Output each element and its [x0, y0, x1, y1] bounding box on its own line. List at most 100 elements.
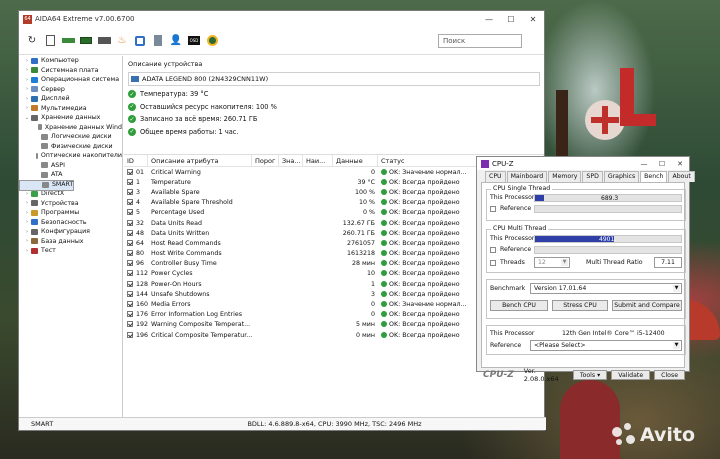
single-this-label: This Processor — [490, 194, 535, 201]
tree-item[interactable]: SMART — [19, 179, 75, 191]
chevron-down-icon: ▼ — [673, 342, 680, 349]
cell-data: 1613218 — [346, 250, 375, 258]
close-button[interactable]: Close — [654, 370, 685, 380]
info-row: ✓ Общее время работы: 1 час. — [128, 126, 544, 139]
reference-checkbox[interactable] — [490, 246, 496, 253]
cpu-name: 12th Gen Intel® Core™ i5-12400 — [562, 330, 665, 337]
cell-id: 160 — [124, 301, 148, 308]
tree-item[interactable]: Оптические накопители — [19, 151, 122, 161]
tools-button[interactable]: Tools ▾ — [572, 370, 608, 380]
tree-item[interactable]: › База данных — [19, 237, 122, 247]
flame-icon[interactable]: ♨ — [115, 34, 129, 48]
cell-attribute: Available Spare Threshold — [151, 199, 233, 207]
threads-checkbox[interactable] — [490, 259, 496, 266]
chevron-right-icon[interactable]: › — [23, 96, 31, 102]
column-header-data[interactable]: Данные — [333, 154, 378, 167]
row-id: 32 — [136, 219, 145, 227]
network-icon[interactable] — [133, 34, 147, 48]
tree-item[interactable]: › Сервер — [19, 85, 122, 95]
memory-icon[interactable] — [79, 34, 93, 48]
tab-graphics[interactable]: Graphics — [603, 171, 640, 182]
cpuz-maximize-button[interactable]: ☐ — [653, 160, 671, 168]
osd-icon[interactable]: OSD — [187, 34, 201, 48]
user-icon[interactable]: 👤 — [169, 34, 183, 48]
tools-icon[interactable] — [151, 34, 165, 48]
gauge-icon[interactable] — [205, 34, 219, 48]
tree-node-icon — [31, 190, 38, 197]
device-select[interactable]: ADATA LEGEND 800 (2N4329CNN11W) — [128, 72, 540, 86]
threads-select[interactable]: 12 ▼ — [534, 257, 570, 268]
tab-memory[interactable]: Memory — [548, 171, 582, 182]
validate-button[interactable]: Validate — [611, 370, 651, 380]
tree-item[interactable]: › Операционная система — [19, 75, 122, 85]
status-text: OK: Всегда пройдено — [389, 331, 460, 339]
column-header-worst[interactable]: Наи... — [303, 154, 333, 167]
tree-item[interactable]: › Конфигурация — [19, 227, 122, 237]
close-button[interactable]: ✕ — [522, 11, 544, 27]
chevron-right-icon[interactable]: › — [23, 86, 31, 92]
submit-compare-button[interactable]: Submit and Compare — [612, 300, 682, 311]
tree-item[interactable]: › Устройства — [19, 199, 122, 209]
tab-cpu[interactable]: CPU — [485, 171, 506, 182]
single-reference[interactable]: Reference — [490, 205, 531, 212]
tree-item[interactable]: › Системная плата — [19, 66, 122, 76]
column-header-id[interactable]: ID — [124, 154, 148, 167]
cpuz-minimize-button[interactable]: — — [635, 160, 653, 168]
report-icon[interactable] — [43, 34, 57, 48]
tree-item[interactable]: › Тест — [19, 246, 122, 256]
aida64-toolbar: ↻ ♨ 👤 OSD Поиск — [19, 27, 544, 55]
cell-id: 1 — [124, 178, 148, 186]
column-header-value[interactable]: Зна... — [279, 154, 303, 167]
chevron-right-icon[interactable]: › — [23, 210, 31, 216]
cell-id: 128 — [124, 280, 148, 288]
tab-bench[interactable]: Bench — [640, 171, 668, 182]
threads-option[interactable]: Threads — [490, 259, 525, 266]
tree-item[interactable]: › Компьютер — [19, 56, 122, 66]
chevron-right-icon[interactable]: › — [23, 67, 31, 73]
tree-item[interactable]: Хранение данных Wind — [19, 123, 122, 133]
cpuz-close-x-button[interactable]: ✕ — [671, 160, 689, 168]
tree-item[interactable]: Логические диски — [19, 132, 122, 142]
motherboard-icon[interactable] — [61, 34, 75, 48]
chevron-right-icon[interactable]: › — [23, 105, 31, 111]
chevron-down-icon[interactable]: ⌄ — [23, 115, 31, 121]
benchmark-select[interactable]: Version 17.01.64 ▼ — [530, 283, 682, 294]
chevron-right-icon[interactable]: › — [23, 191, 31, 197]
refresh-icon[interactable]: ↻ — [25, 34, 39, 48]
tree-item[interactable]: › Дисплей — [19, 94, 122, 104]
stress-cpu-button[interactable]: Stress CPU — [552, 300, 608, 311]
column-header-threshold[interactable]: Порог — [252, 154, 279, 167]
tree-item[interactable]: ⌄ Хранение данных — [19, 113, 122, 123]
search-input[interactable]: Поиск — [438, 33, 522, 48]
chevron-right-icon[interactable]: › — [23, 58, 31, 64]
this-processor-label: This Processor — [490, 330, 535, 337]
gpu-icon[interactable] — [97, 34, 111, 48]
chevron-right-icon[interactable]: › — [23, 200, 31, 206]
multi-reference[interactable]: Reference — [490, 246, 531, 253]
tab-spd[interactable]: SPD — [582, 171, 603, 182]
maximize-button[interactable]: ☐ — [500, 11, 522, 27]
row-id: 160 — [136, 301, 148, 309]
checkbox-icon — [127, 199, 133, 206]
tab-about[interactable]: About — [668, 171, 695, 182]
tab-mainboard[interactable]: Mainboard — [506, 171, 548, 182]
tree-item[interactable]: ASPI — [19, 161, 122, 171]
tree-item[interactable]: › Безопасность — [19, 218, 122, 228]
bench-cpu-button[interactable]: Bench CPU — [490, 300, 548, 311]
reference-checkbox[interactable] — [490, 205, 496, 212]
tree-item[interactable]: ATA — [19, 170, 122, 180]
chevron-right-icon[interactable]: › — [23, 238, 31, 244]
status-right: BDLL: 4.6.889.8-x64, CPU: 3990 MHz, TSC:… — [247, 420, 422, 428]
cell-attribute: Unsafe Shutdowns — [151, 290, 210, 298]
tree-item[interactable]: › Мультимедиа — [19, 104, 122, 114]
chevron-right-icon[interactable]: › — [23, 219, 31, 225]
column-header-description[interactable]: Описание атрибута — [148, 154, 252, 167]
tree-item[interactable]: › Программы — [19, 208, 122, 218]
minimize-button[interactable]: — — [478, 11, 500, 27]
chevron-right-icon[interactable]: › — [23, 77, 31, 83]
reference-select[interactable]: <Please Select> ▼ — [530, 340, 682, 351]
chevron-right-icon[interactable]: › — [23, 248, 31, 254]
chevron-right-icon[interactable]: › — [23, 229, 31, 235]
status-text: OK: Всегда пройдено — [389, 321, 460, 329]
tree-item[interactable]: Физические диски — [19, 142, 122, 152]
